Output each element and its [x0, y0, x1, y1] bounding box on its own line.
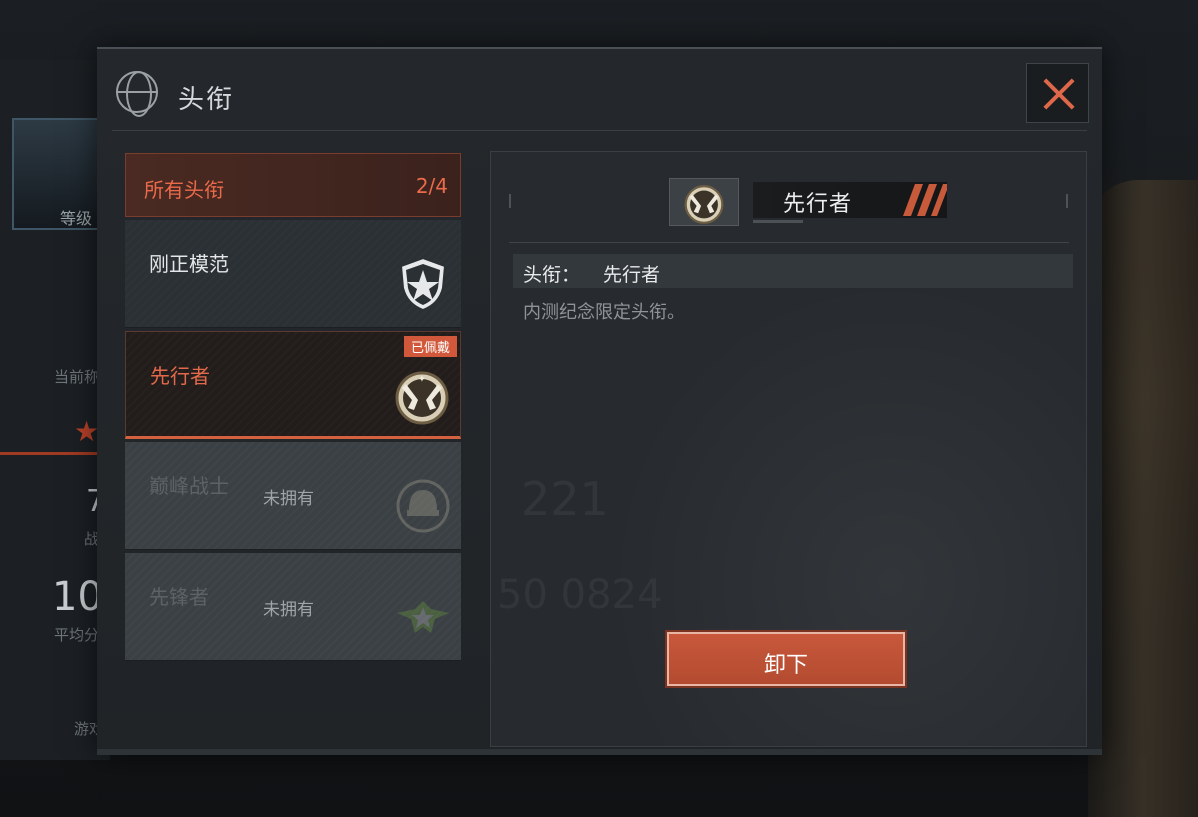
title-label: 头衔： [523, 264, 581, 286]
item-name: 巅峰战士 [149, 474, 229, 498]
title-detail-panel: 221 50 0824 先行者 头衔： 先行者 内测纪念限定头衔。 卸下 [490, 151, 1087, 747]
star-icon: ★ [74, 415, 100, 448]
ghost-value-2: 50 0824 [497, 572, 663, 618]
all-titles-count: 2/4 [415, 174, 448, 198]
modal-header: 头衔 [112, 59, 1087, 131]
tab-all-titles[interactable]: 所有头衔 2/4 [125, 153, 461, 217]
title-description: 内测纪念限定头衔。 [523, 302, 685, 323]
title-value: 先行者 [603, 264, 661, 286]
list-item[interactable]: 先锋者 未拥有 [125, 553, 461, 661]
stat-label-2: 平均分 [54, 626, 100, 644]
list-item[interactable]: 刚正模范 [125, 220, 461, 328]
globe-icon [116, 71, 158, 117]
nameplate-underline [753, 220, 803, 223]
all-titles-label: 所有头衔 [144, 178, 224, 202]
titles-modal: 头衔 所有头衔 2/4 刚正模范 先行者 已佩戴 ✦ 巅峰战士 未拥有 先锋者 … [97, 47, 1102, 755]
nameplate-badge-frame [669, 178, 739, 226]
unequip-button[interactable]: 卸下 [667, 632, 905, 686]
item-name: 先行者 [150, 364, 210, 388]
divider [0, 452, 100, 455]
shield-star-icon [399, 256, 447, 312]
item-status: 未拥有 [263, 600, 314, 620]
pistols-emblem-icon [684, 185, 724, 224]
title-info-row: 头衔： 先行者 [513, 254, 1073, 288]
helmet-emblem-icon [396, 479, 450, 533]
title-nameplate: 先行者 [669, 178, 949, 226]
item-name: 刚正模范 [149, 252, 229, 276]
page-title: 头衔 [178, 85, 235, 115]
ghost-value-1: 221 [521, 472, 609, 526]
svg-text:✦: ✦ [418, 374, 426, 385]
pistols-emblem-icon: ✦ [395, 371, 449, 425]
avatar-level-label: 等级 [60, 209, 93, 228]
stripes-decoration [903, 184, 947, 216]
current-title-label: 当前称 [54, 368, 100, 386]
item-name: 先锋者 [149, 585, 209, 609]
winged-star-icon [397, 601, 449, 633]
bracket-left [509, 194, 511, 208]
list-item[interactable]: 先行者 已佩戴 ✦ [125, 331, 461, 439]
item-status: 未拥有 [263, 489, 314, 509]
nameplate-title: 先行者 [783, 192, 853, 217]
bracket-right [1066, 194, 1068, 208]
list-item[interactable]: 巅峰战士 未拥有 [125, 442, 461, 550]
divider [509, 242, 1069, 243]
stat-value-2: 10 [52, 574, 103, 620]
background-soldier [1088, 180, 1198, 817]
modal-bottom-bar [97, 749, 1102, 755]
unequip-label: 卸下 [763, 653, 808, 678]
close-button[interactable] [1026, 63, 1089, 123]
equipped-badge: 已佩戴 [403, 336, 457, 357]
